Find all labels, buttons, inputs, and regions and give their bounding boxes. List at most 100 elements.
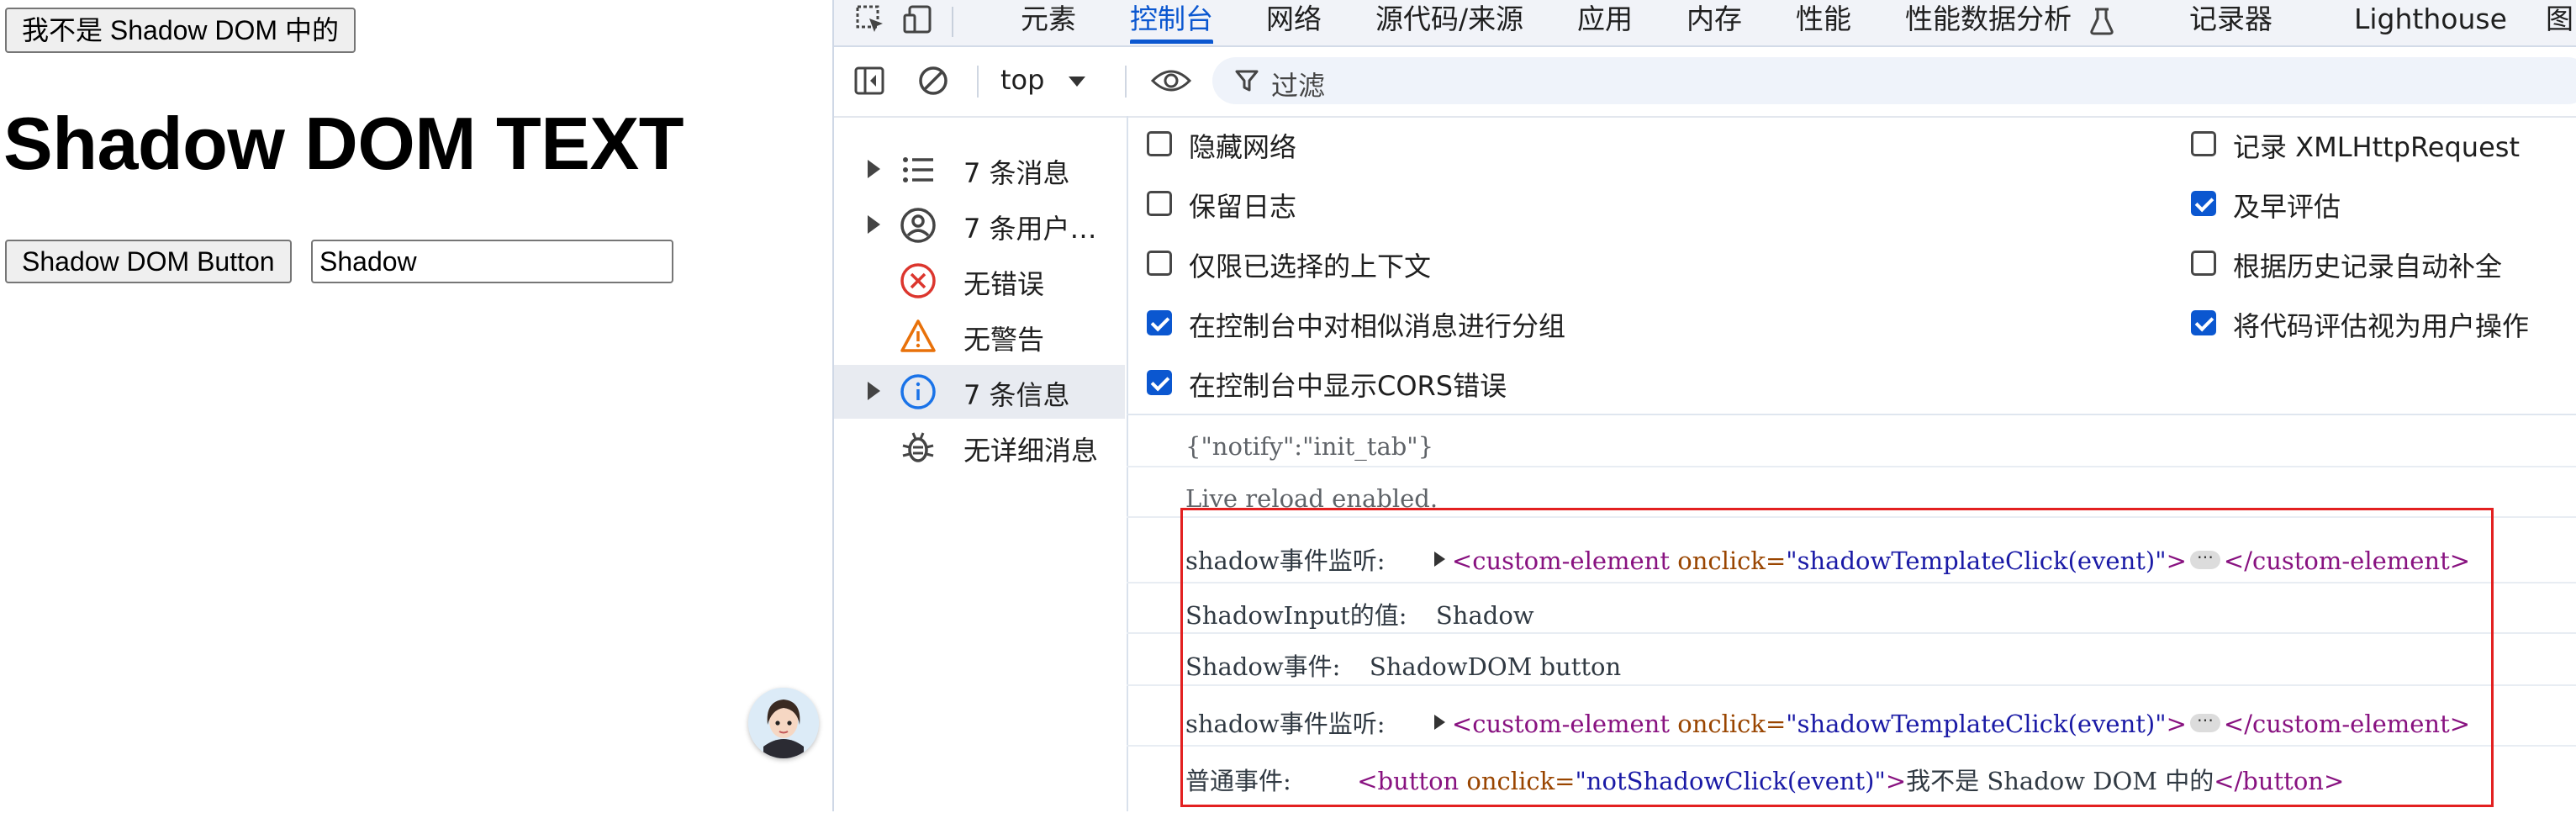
tab-lighthouse[interactable]: Lighthouse (2354, 0, 2507, 45)
console-message: 普通事件: <button onclick="notShadowClick(ev… (1127, 762, 2576, 797)
ellipsis-icon[interactable]: ⋯ (2189, 711, 2220, 732)
expand-arrow-icon[interactable] (1433, 715, 1445, 730)
console-message: ShadowInput的值: Shadow (1127, 596, 2576, 631)
message-prefix: shadow事件监听: (1185, 546, 1386, 575)
ellipsis-icon[interactable]: ⋯ (2189, 548, 2220, 569)
checkbox-checked[interactable] (1147, 370, 1172, 395)
filter-input[interactable]: 过滤 (1212, 57, 2576, 104)
tab-elements[interactable]: 元素 (1021, 0, 1076, 45)
shadow-input[interactable] (311, 240, 673, 283)
checkbox[interactable] (1147, 191, 1172, 216)
tab-application[interactable]: 应用 (1577, 0, 1633, 45)
setting-label: 保留日志 (1189, 191, 1297, 223)
tab-performance-insights-label: 性能数据分析 (1905, 3, 2072, 35)
html-attr-value: "shadowTemplateClick(event)" (1786, 710, 2167, 738)
console-separator (1127, 516, 2576, 518)
html-attr-value: "shadowTemplateClick(event)" (1786, 546, 2167, 575)
device-toolbar-icon[interactable] (901, 3, 935, 37)
tab-network[interactable]: 网络 (1266, 0, 1322, 45)
flask-icon (2089, 8, 2114, 34)
message-prefix: ShadowInput的值: (1185, 601, 1407, 630)
console-sidebar: 7 条消息 7 条用户消... 无错误 无警告 7 条信息 无详细消息 (834, 116, 1128, 811)
html-tag: > (2166, 710, 2187, 738)
console-message: shadow事件监听: <custom-element onclick="sha… (1127, 705, 2576, 740)
console-separator (1127, 582, 2576, 583)
filter-icon (1235, 70, 1259, 92)
console-separator (1127, 684, 2576, 686)
html-attr-name: onclick= (1677, 710, 1787, 738)
tab-sources[interactable]: 源代码/来源 (1375, 0, 1523, 45)
sidebar-toggle-icon[interactable] (853, 64, 886, 98)
clear-console-icon[interactable] (916, 64, 950, 98)
tab-console[interactable]: 控制台 (1130, 0, 1213, 45)
setting-label: 在控制台中显示CORS错误 (1189, 370, 1507, 402)
html-tag[interactable]: <custom-element (1452, 546, 1670, 575)
console-message: Shadow事件: ShadowDOM button (1127, 647, 2576, 683)
assistant-avatar-icon[interactable] (748, 688, 819, 758)
devtools-tabbar: 元素 控制台 网络 源代码/来源 应用 内存 性能 性能数据分析 记录器 Lig… (834, 0, 2576, 47)
tab-performance-insights[interactable]: 性能数据分析 (1905, 0, 2114, 45)
filter-placeholder: 过滤 (1271, 70, 1326, 102)
setting-label: 隐藏网络 (1189, 131, 1297, 163)
html-tag[interactable]: <button (1357, 767, 1459, 795)
console-separator (1127, 632, 2576, 634)
not-shadow-button[interactable]: 我不是 Shadow DOM 中的 (5, 8, 356, 53)
checkbox[interactable] (2191, 131, 2216, 156)
html-tag: </custom-element> (2223, 710, 2471, 738)
checkbox[interactable] (1147, 251, 1172, 276)
console-message: Live reload enabled. (1185, 484, 1438, 513)
expand-arrow-icon[interactable] (868, 160, 880, 178)
html-tag: > (2166, 546, 2187, 575)
shadow-heading: Shadow DOM TEXT (3, 102, 684, 185)
sidebar-item-label: 无错误 (963, 268, 1045, 300)
sidebar-item-info[interactable]: 7 条信息 (834, 365, 1125, 419)
sidebar-item-user-messages[interactable]: 7 条用户消... (834, 198, 1125, 252)
console-message: {"notify":"init_tab"} (1185, 432, 1434, 461)
html-text: 我不是 Shadow DOM 中的 (1906, 767, 2214, 795)
warning-icon (900, 319, 936, 352)
console-message: shadow事件监听: <custom-element onclick="sha… (1127, 541, 2576, 577)
checkbox[interactable] (1147, 131, 1172, 156)
console-separator (1127, 745, 2576, 747)
console-messages: {"notify":"init_tab"} Live reload enable… (1127, 414, 2576, 813)
sidebar-item-warnings[interactable]: 无警告 (834, 309, 1125, 363)
bug-icon (902, 432, 934, 462)
inspect-element-icon[interactable] (854, 3, 888, 37)
list-icon (903, 157, 933, 182)
sidebar-item-label: 7 条消息 (963, 157, 1070, 189)
checkbox-checked[interactable] (1147, 310, 1172, 335)
console-separator (1127, 466, 2576, 467)
tab-overflow[interactable]: 图 (2546, 0, 2573, 45)
message-value: ShadowDOM button (1369, 652, 1622, 681)
expand-arrow-icon[interactable] (868, 215, 880, 234)
checkbox[interactable] (2191, 251, 2216, 276)
sidebar-item-errors[interactable]: 无错误 (834, 254, 1125, 308)
tab-performance[interactable]: 性能 (1796, 0, 1851, 45)
toolbar-divider (977, 66, 979, 98)
html-tag: </custom-element> (2223, 546, 2471, 575)
html-tag: > (1885, 767, 1907, 795)
expand-arrow-icon[interactable] (868, 382, 880, 400)
context-select-value: top (1000, 64, 1045, 96)
html-tag: </button> (2214, 767, 2345, 795)
setting-label: 将代码评估视为用户操作 (2233, 310, 2530, 342)
sidebar-item-messages[interactable]: 7 条消息 (834, 143, 1125, 197)
tab-recorder[interactable]: 记录器 (2189, 0, 2272, 45)
live-expression-eye-icon[interactable] (1150, 64, 1192, 98)
chevron-down-icon (1068, 77, 1085, 87)
checkbox-checked[interactable] (2191, 310, 2216, 335)
error-icon (900, 263, 936, 298)
sidebar-item-verbose[interactable]: 无详细消息 (834, 420, 1125, 474)
sidebar-item-label: 无警告 (963, 324, 1045, 356)
info-icon (900, 374, 936, 409)
user-icon (900, 208, 936, 243)
expand-arrow-icon[interactable] (1433, 552, 1445, 567)
html-tag[interactable]: <custom-element (1452, 710, 1670, 738)
devtools-panel: 元素 控制台 网络 源代码/来源 应用 内存 性能 性能数据分析 记录器 Lig… (832, 0, 2576, 811)
sidebar-item-label: 7 条信息 (963, 379, 1070, 411)
shadow-dom-button[interactable]: Shadow DOM Button (5, 240, 292, 283)
checkbox-checked[interactable] (2191, 191, 2216, 216)
context-select[interactable]: top (1000, 64, 1085, 96)
setting-label: 记录 XMLHttpRequest (2233, 131, 2520, 163)
tab-memory[interactable]: 内存 (1687, 0, 1742, 45)
